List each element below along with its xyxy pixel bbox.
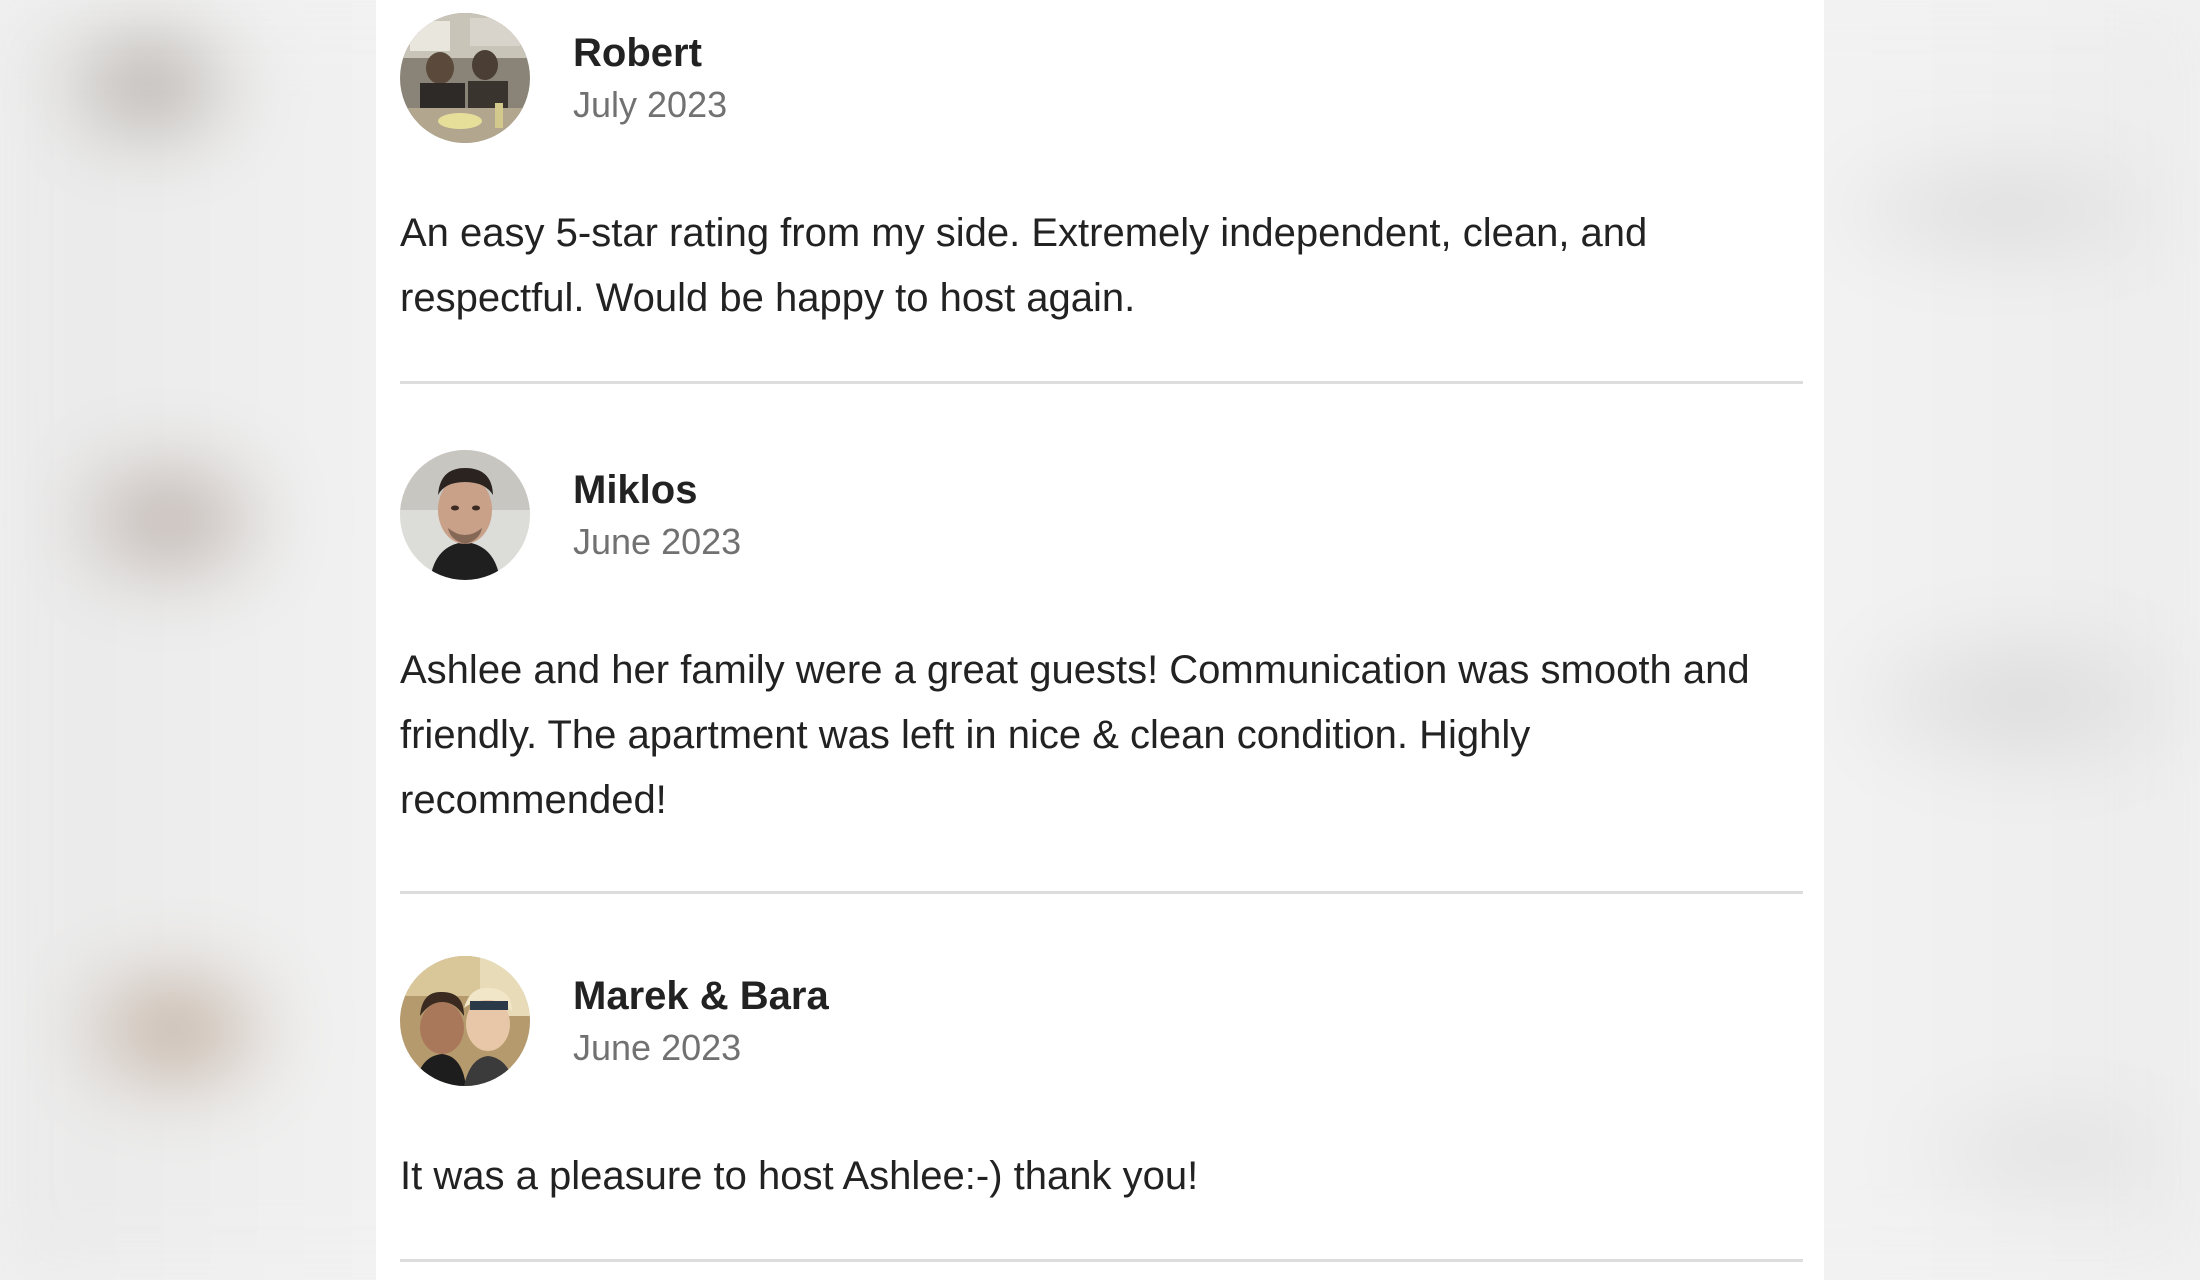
review-header: Miklos June 2023 (400, 450, 1803, 580)
review-header: Robert July 2023 (400, 13, 1803, 143)
review-date: June 2023 (573, 521, 742, 562)
reviews-panel: Robert July 2023 An easy 5-star rating f… (376, 0, 1824, 1280)
reviewer-meta: Miklos June 2023 (573, 465, 741, 565)
reviewer-meta: Marek & Bara June 2023 (573, 971, 829, 1071)
review-text: An easy 5-star rating from my side. Extr… (400, 211, 1648, 320)
review-header: Marek & Bara June 2023 (400, 956, 1803, 1086)
review-text: It was a pleasure to host Ashlee:-) than… (400, 1154, 1199, 1198)
review-item: Miklos June 2023 Ashlee and her family w… (400, 384, 1803, 894)
reviewer-meta: Robert July 2023 (573, 28, 727, 128)
avatar-photo-icon (400, 450, 530, 580)
review-list: Robert July 2023 An easy 5-star rating f… (400, 0, 1803, 1262)
avatar-photo-icon (400, 956, 530, 1086)
review-text: Ashlee and her family were a great guest… (400, 648, 1750, 822)
review-divider (400, 1259, 1803, 1262)
review-date: June 2023 (573, 1027, 742, 1068)
review-item: Robert July 2023 An easy 5-star rating f… (400, 0, 1803, 384)
review-date: July 2023 (573, 84, 728, 125)
avatar-photo-icon (400, 13, 530, 143)
review-item: Marek & Bara June 2023 It was a pleasure… (400, 894, 1803, 1262)
reviewer-avatar[interactable] (400, 450, 530, 580)
reviewer-name: Robert (573, 31, 702, 75)
reviewer-avatar[interactable] (400, 956, 530, 1086)
reviewer-avatar[interactable] (400, 13, 530, 143)
reviewer-name: Miklos (573, 468, 698, 512)
reviewer-name: Marek & Bara (573, 974, 829, 1018)
